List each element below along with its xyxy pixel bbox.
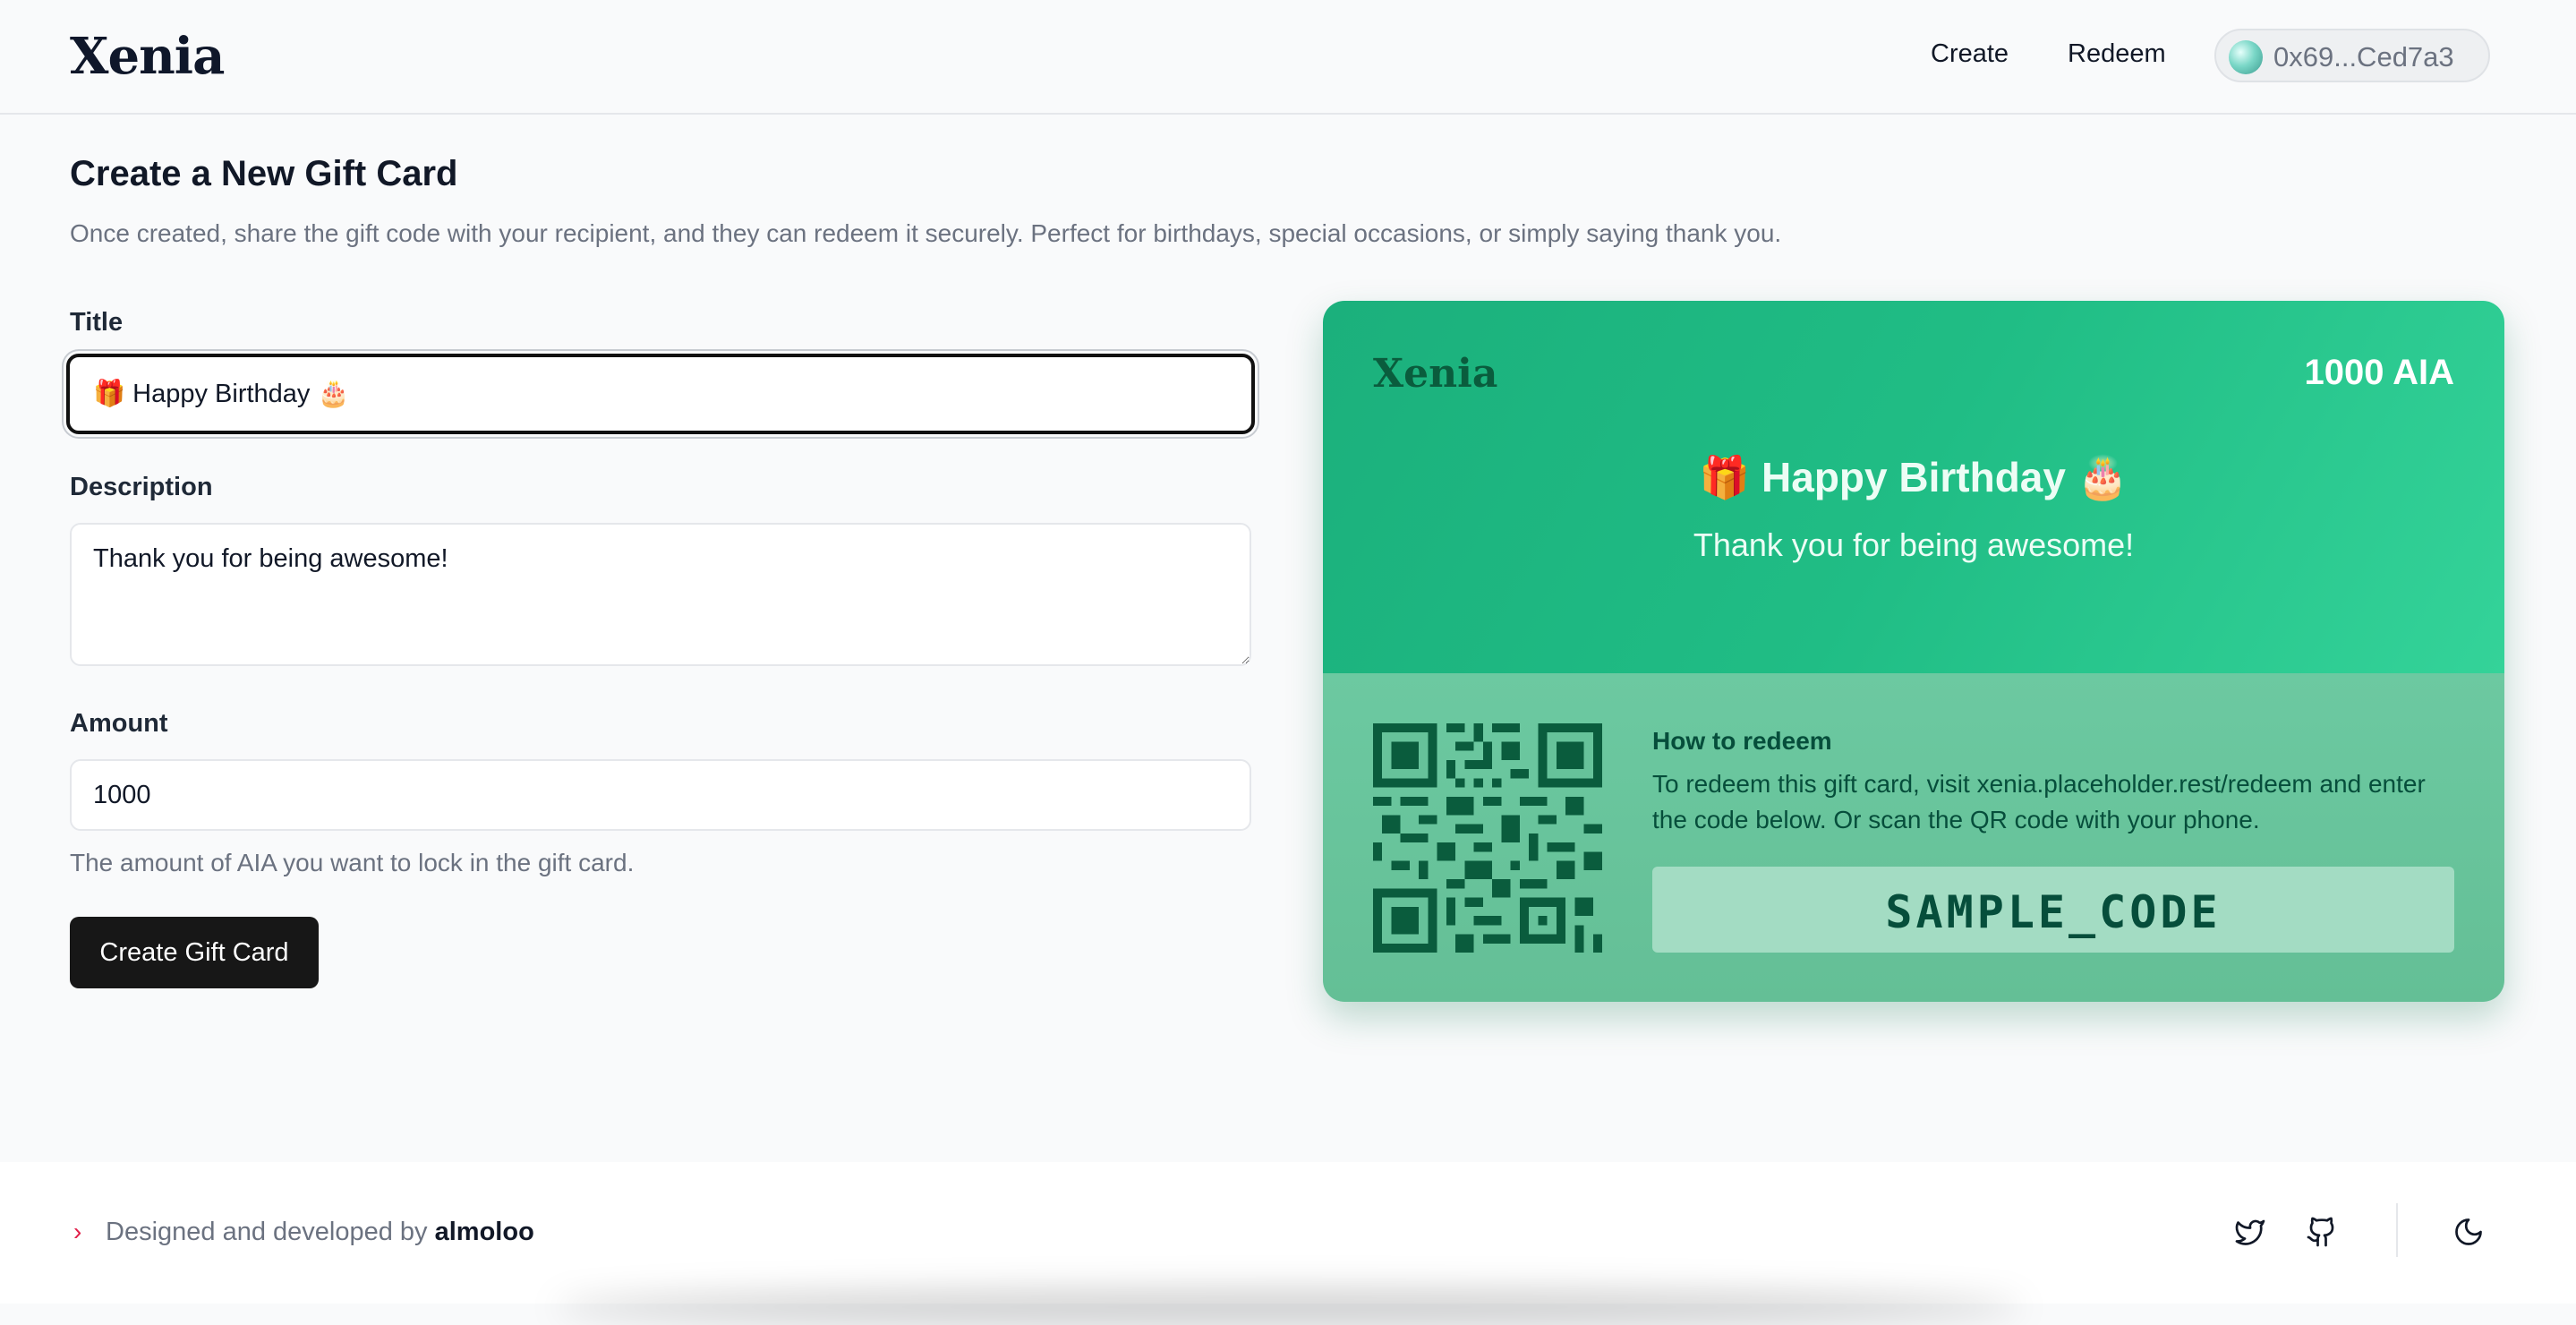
app-logo[interactable]: Xenia: [70, 27, 225, 86]
gift-card-preview: Xenia 1000 AIA 🎁 Happy Birthday 🎂 Thank …: [1323, 301, 2504, 1002]
footer-credit-prefix: Designed and developed by: [106, 1218, 428, 1246]
redeem-heading: How to redeem: [1652, 727, 1832, 755]
description-textarea[interactable]: Thank you for being awesome!: [70, 523, 1251, 666]
description-label: Description: [70, 473, 213, 501]
wallet-button[interactable]: 0x69...Ced7a3: [2214, 29, 2490, 82]
moon-icon[interactable]: [2452, 1216, 2485, 1248]
title-label: Title: [70, 308, 124, 337]
title-input[interactable]: [66, 354, 1255, 434]
gift-card-title: 🎁 Happy Birthday 🎂: [1698, 454, 2129, 500]
nav-redeem-link[interactable]: Redeem: [2068, 39, 2166, 69]
wallet-address: 0x69...Ced7a3: [2273, 41, 2454, 73]
qr-code-icon: [1373, 723, 1602, 953]
top-navbar: Xenia Create Redeem 0x69...Ced7a3: [0, 0, 2576, 115]
page-title: Create a New Gift Card: [70, 154, 458, 193]
footer: › Designed and developed by almoloo: [0, 1162, 2576, 1304]
wallet-avatar: [2229, 40, 2263, 74]
bottom-shadow: [555, 1289, 2023, 1325]
gift-code-box[interactable]: SAMPLE_CODE: [1652, 867, 2454, 953]
redeem-instructions: To redeem this gift card, visit xenia.pl…: [1652, 770, 2426, 833]
gift-card-amount: 1000 AIA: [2304, 353, 2455, 392]
github-icon[interactable]: [2306, 1216, 2338, 1248]
nav-create-link[interactable]: Create: [1931, 39, 2009, 69]
create-gift-card-button[interactable]: Create Gift Card: [70, 917, 319, 988]
gift-card-header: Xenia 1000 AIA 🎁 Happy Birthday 🎂 Thank …: [1323, 301, 2504, 673]
amount-label: Amount: [70, 709, 168, 738]
amount-input[interactable]: [70, 759, 1251, 831]
chevron-right-icon: ›: [73, 1218, 82, 1245]
page-subtitle: Once created, share the gift code with y…: [70, 219, 1782, 247]
footer-divider: [2396, 1203, 2398, 1257]
footer-author-link[interactable]: almoloo: [435, 1218, 534, 1246]
gift-card-description: Thank you for being awesome!: [1693, 526, 2135, 563]
gift-card-logo: Xenia: [1373, 351, 1498, 397]
footer-credit: Designed and developed by almoloo: [106, 1218, 534, 1247]
gift-code: SAMPLE_CODE: [1885, 886, 2222, 938]
twitter-icon[interactable]: [2234, 1216, 2266, 1248]
amount-help-text: The amount of AIA you want to lock in th…: [70, 849, 635, 876]
